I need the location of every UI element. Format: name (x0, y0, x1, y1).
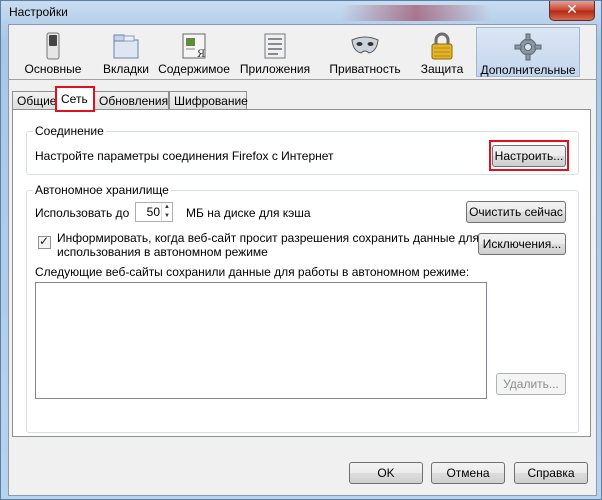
tabs-icon (113, 34, 139, 59)
pane-label: Вкладки (102, 62, 150, 76)
close-button[interactable]: ✕ (549, 1, 595, 21)
title-bar[interactable]: Настройки ✕ (1, 1, 601, 23)
pane-label: Приватность (329, 62, 401, 76)
window-title: Настройки (9, 5, 68, 19)
title-bar-glow (341, 5, 491, 21)
pane-content-button[interactable]: Я Содержимое (158, 27, 230, 77)
switch-icon (46, 32, 60, 60)
privacy-mask-icon (351, 36, 379, 54)
connection-settings-button[interactable]: Настроить... (492, 145, 566, 167)
applications-icon (264, 33, 286, 59)
offline-group-title: Автономное хранилище (33, 183, 171, 197)
cache-unit-label: МБ на диске для кэша (186, 206, 311, 220)
svg-text:Я: Я (197, 49, 205, 60)
checkmark-icon: ✓ (39, 234, 50, 248)
help-button[interactable]: Справка (514, 462, 588, 484)
pane-label: Содержимое (158, 62, 230, 76)
pane-security-button[interactable]: Защита (411, 27, 473, 77)
toolbar-divider (9, 79, 596, 80)
pane-label: Защита (420, 62, 464, 76)
ok-button[interactable]: OK (349, 462, 423, 484)
pane-privacy-button[interactable]: Приватность (321, 27, 409, 77)
notify-checkbox-label-line1: Информировать, когда веб-сайт просит раз… (57, 231, 480, 245)
pane-tabs-button[interactable]: Вкладки (95, 27, 157, 77)
dialog-client-area: Основные Вкладки Я Содержимое Приложения… (8, 24, 597, 496)
connection-group-title: Соединение (33, 124, 106, 138)
cancel-button[interactable]: Отмена (431, 462, 505, 484)
stepper-down-icon[interactable]: ▼ (161, 212, 172, 221)
offline-sites-label: Следующие веб-сайты сохранили данные для… (35, 265, 470, 279)
use-up-to-label: Использовать до (35, 206, 130, 220)
pane-label: Основные (24, 62, 82, 76)
remove-site-button[interactable]: Удалить... (496, 373, 566, 395)
pane-general-button[interactable]: Основные (15, 27, 91, 77)
gear-icon (514, 33, 542, 61)
pane-applications-button[interactable]: Приложения (233, 27, 317, 77)
tab-updates[interactable]: Обновления (94, 91, 169, 110)
clear-now-button[interactable]: Очистить сейчас (466, 201, 566, 223)
connection-description: Настройте параметры соединения Firefox с… (35, 149, 334, 163)
offline-sites-list[interactable] (35, 282, 487, 399)
content-icon: Я (182, 33, 206, 60)
pane-toolbar: Основные Вкладки Я Содержимое Приложения… (9, 25, 596, 79)
preferences-window: Настройки ✕ Основные Вкладки Я Содержимо… (0, 0, 602, 500)
stepper-up-icon[interactable]: ▲ (161, 203, 172, 212)
notify-offline-checkbox[interactable]: ✓ (38, 234, 51, 249)
pane-label: Дополнительные (480, 63, 576, 77)
pane-label: Приложения (239, 62, 311, 76)
exceptions-button[interactable]: Исключения... (478, 233, 566, 255)
pane-advanced-button[interactable]: Дополнительные (476, 27, 580, 77)
tab-encryption[interactable]: Шифрование (169, 91, 248, 110)
notify-checkbox-label-line2: использования в автономном режиме (57, 245, 268, 259)
cache-size-value: 50 (146, 205, 160, 219)
cache-size-stepper[interactable]: 50 ▲ ▼ (135, 202, 173, 222)
tab-general[interactable]: Общие (12, 91, 56, 110)
tab-network[interactable]: Сеть (56, 87, 94, 111)
padlock-icon (431, 32, 453, 60)
